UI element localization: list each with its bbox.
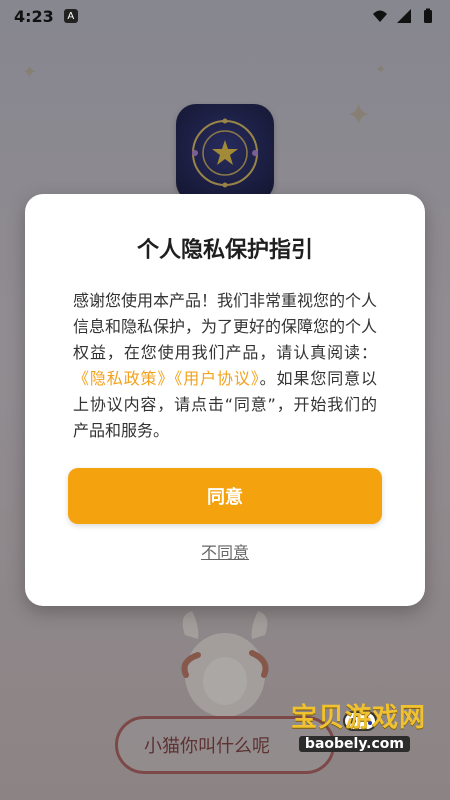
site-watermark: 宝贝游戏网 baobely.com [280,703,440,776]
watermark-title: 宝贝游戏网 [290,703,426,733]
privacy-dialog: 个人隐私保护指引 感谢您使用本产品！我们非常重视您的个人信息和隐私保护，为了更好… [25,194,425,606]
status-bar: 4:23 A [0,0,450,32]
agree-button[interactable]: 同意 [68,468,382,524]
dialog-title: 个人隐私保护指引 [136,238,313,263]
battery-icon [424,8,432,23]
privacy-policy-link[interactable]: 《隐私政策》 [73,369,174,388]
watermark-url: baobely.com [298,736,410,752]
user-agreement-link[interactable]: 《用户协议》 [174,369,259,388]
wifi-icon [373,10,387,22]
status-icons [372,8,436,24]
notification-a-icon: A [63,9,78,23]
dialog-body: 感谢您使用本产品！我们非常重视您的个人信息和隐私保护，为了更好的保障您的个人权益… [73,288,377,444]
signal-icon [397,9,411,23]
status-time: 4:23 [14,6,54,26]
dialog-body-text: 感谢您使用本产品！我们非常重视您的个人信息和隐私保护，为了更好的保障您的个人权益… [73,291,378,362]
disagree-button[interactable]: 不同意 [25,539,425,563]
